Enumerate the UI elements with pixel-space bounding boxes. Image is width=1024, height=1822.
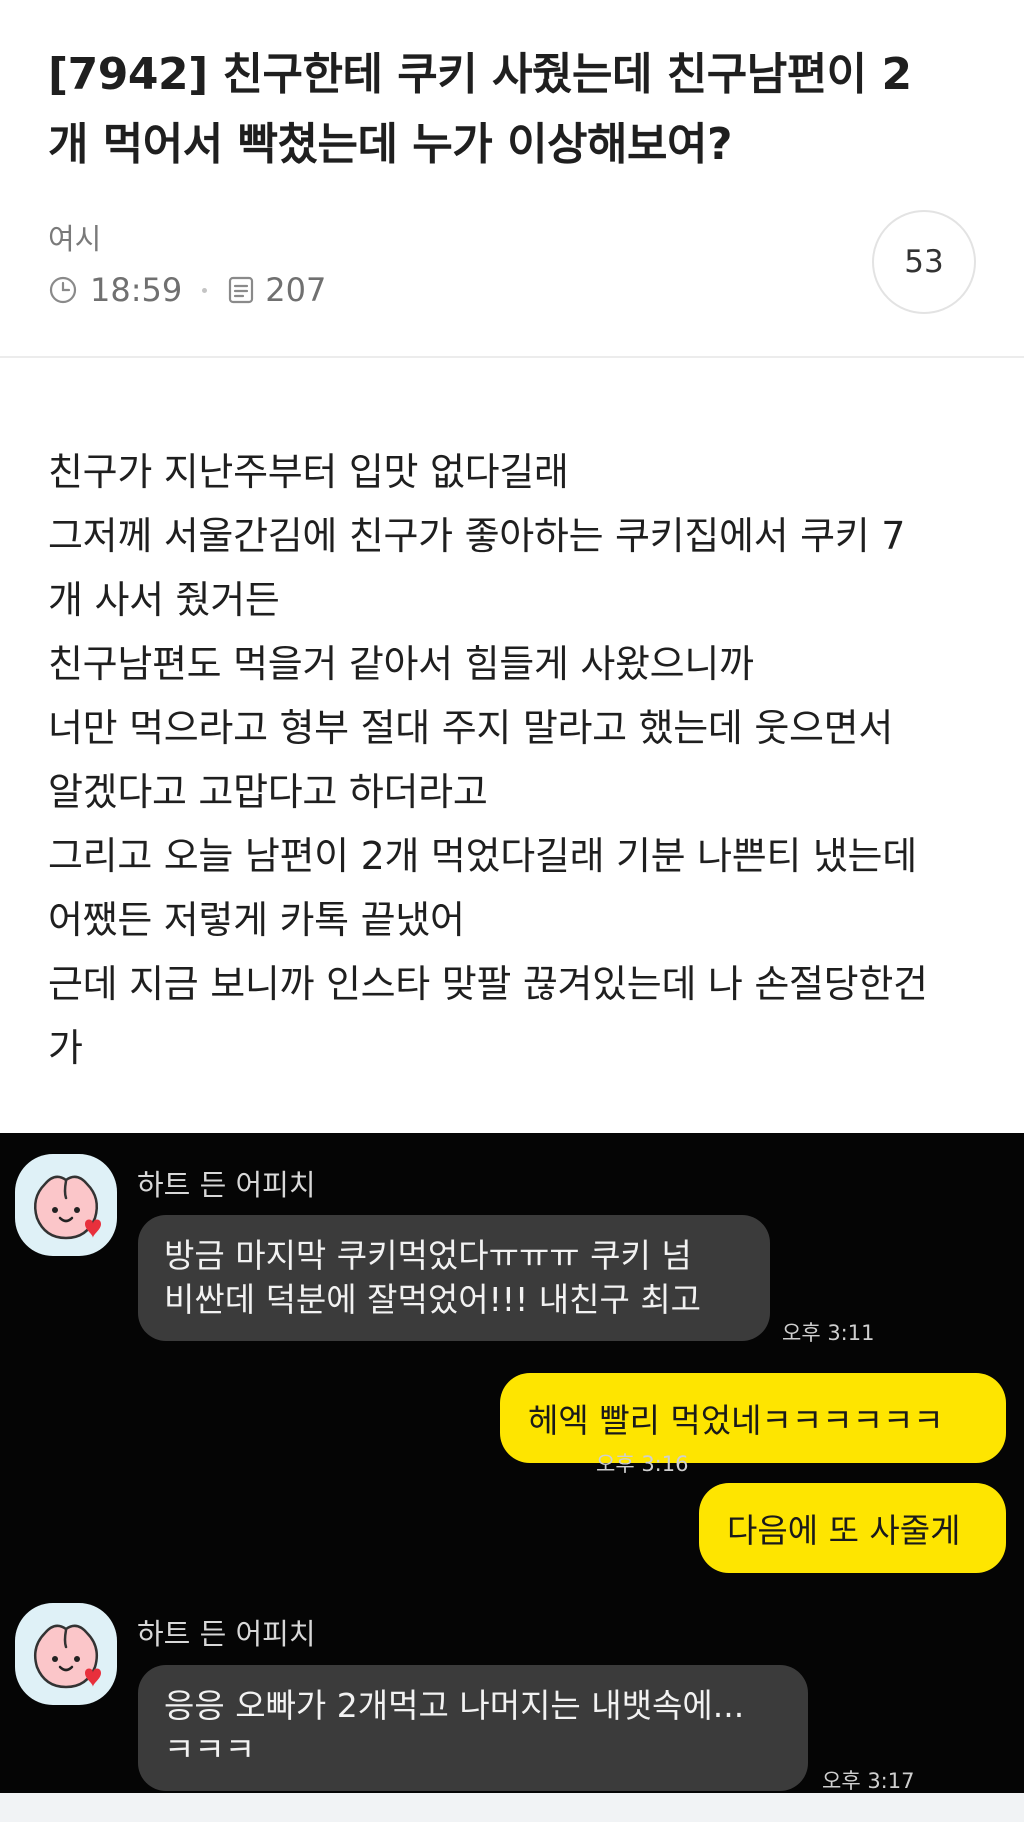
message-line: ㅋㅋㅋ	[164, 1730, 256, 1769]
body-line: 친구가 지난주부터 입맛 없다길래	[48, 450, 569, 494]
post-time: 18:59	[90, 271, 183, 309]
message-line: 방금 마지막 쿠키먹었다ㅠㅠㅠ 쿠키 넘	[164, 1236, 692, 1275]
bottom-divider	[0, 1793, 1024, 1822]
message-time: 오후 3:11	[782, 1321, 875, 1345]
views-icon	[227, 275, 255, 305]
body-line: 개 사서 줬거든	[48, 578, 280, 622]
outgoing-message: 헤엑 빨리 먹었네ㅋㅋㅋㅋㅋㅋ	[500, 1373, 1006, 1463]
sender-name: 하트 든 어피치	[137, 1617, 316, 1651]
body-line: 근데 지금 보니까 인스타 맞팔 끊겨있는데 나 손절당한건	[48, 962, 928, 1006]
message-time: 오후 3:17	[822, 1769, 915, 1793]
body-line: 알겠다고 고맙다고 하더라고	[48, 770, 488, 814]
comment-count-button[interactable]: 53	[872, 210, 976, 314]
outgoing-message: 다음에 또 사줄게	[699, 1483, 1006, 1573]
author-name[interactable]: 여시	[48, 216, 101, 258]
post-title: [7942] 친구한테 쿠키 사줬는데 친구남편이 2개 먹어서 빡쳤는데 누가…	[48, 49, 912, 170]
message-time: 오후 3:16	[596, 1452, 689, 1476]
chat-screenshot: 하트 든 어피치 방금 마지막 쿠키먹었다ㅠㅠㅠ 쿠키 넘 비싼데 덕분에 잘먹…	[0, 1133, 1024, 1793]
apeach-heart-icon	[15, 1154, 117, 1256]
body-line: 그저께 서울간김에 친구가 좋아하는 쿠키집에서 쿠키 7	[48, 514, 906, 558]
post-header: [7942] 친구한테 쿠키 사줬는데 친구남편이 2개 먹어서 빡쳤는데 누가…	[0, 0, 1024, 358]
clock-icon	[48, 275, 78, 305]
message-line: 비싼데 덕분에 잘먹었어!!! 내친구 최고	[164, 1280, 702, 1319]
message-line: 응응 오빠가 2개먹고 나머지는 내뱃속에...	[164, 1686, 745, 1725]
sender-name: 하트 든 어피치	[137, 1168, 316, 1202]
post-meta: 18:59 207	[48, 270, 326, 310]
view-count: 207	[265, 271, 327, 309]
body-line: 너만 먹으라고 형부 절대 주지 말라고 했는데 웃으면서	[48, 706, 893, 750]
body-line: 친구남편도 먹을거 같아서 힘들게 사왔으니까	[48, 642, 754, 686]
incoming-message: 방금 마지막 쿠키먹었다ㅠㅠㅠ 쿠키 넘 비싼데 덕분에 잘먹었어!!! 내친구…	[138, 1215, 770, 1341]
body-line: 가	[48, 1026, 83, 1070]
apeach-heart-icon	[15, 1603, 117, 1705]
body-line: 어쨌든 저렇게 카톡 끝냈어	[48, 898, 465, 942]
post-body: 친구가 지난주부터 입맛 없다길래 그저께 서울간김에 친구가 좋아하는 쿠키집…	[48, 440, 988, 1080]
meta-separator	[202, 287, 208, 293]
body-line: 그리고 오늘 남편이 2개 먹었다길래 기분 나쁜티 냈는데	[48, 834, 917, 878]
incoming-message: 응응 오빠가 2개먹고 나머지는 내뱃속에... ㅋㅋㅋ	[138, 1665, 808, 1791]
